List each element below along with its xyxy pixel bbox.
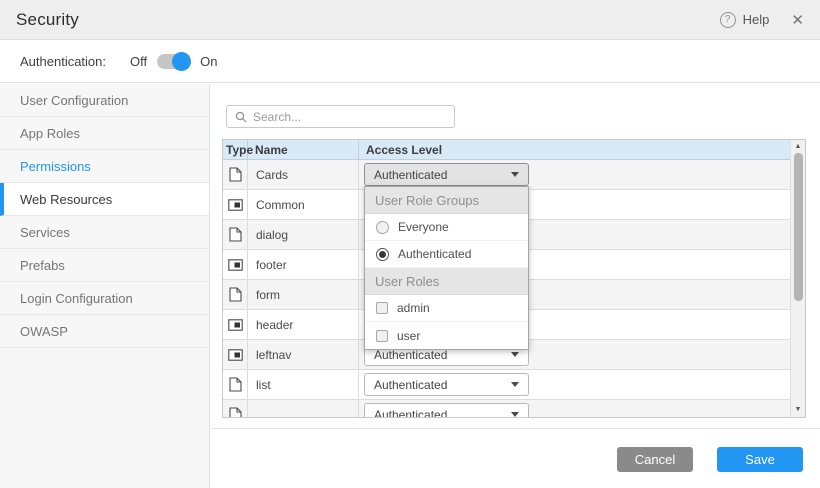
column-header-access-level: Access Level — [359, 140, 805, 159]
checkbox-unchecked-icon — [376, 330, 388, 342]
partial-icon — [228, 349, 243, 361]
name-cell: Cards — [248, 160, 359, 189]
type-cell — [223, 340, 248, 369]
name-cell — [248, 400, 359, 418]
name-cell: header — [248, 310, 359, 339]
option-label: Authenticated — [398, 247, 471, 261]
main-content: Type Name Access Level Cards — [211, 84, 820, 488]
sidebar-item-user-configuration[interactable]: User Configuration — [0, 84, 209, 117]
toggle-on-label: On — [200, 54, 217, 69]
close-icon[interactable]: ✕ — [791, 11, 804, 29]
table-scrollbar[interactable]: ▲ ▼ — [790, 140, 805, 417]
search-icon — [235, 111, 247, 123]
sidebar-item-prefabs[interactable]: Prefabs — [0, 249, 209, 282]
sidebar-item-permissions[interactable]: Permissions — [0, 150, 209, 183]
sidebar-item-owasp[interactable]: OWASP — [0, 315, 209, 348]
name-cell: Common — [248, 190, 359, 219]
access-cell: Authenticated — [359, 400, 805, 418]
type-cell — [223, 370, 248, 399]
menu-group-header-user-roles: User Roles — [365, 268, 528, 295]
chevron-down-icon — [511, 172, 519, 177]
table-header-row: Type Name Access Level — [223, 140, 805, 160]
sidebar: User Configuration App Roles Permissions… — [0, 84, 210, 488]
page-icon — [229, 407, 242, 418]
authentication-bar: Authentication: Off On — [0, 41, 820, 83]
name-cell: leftnav — [248, 340, 359, 369]
sidebar-item-login-configuration[interactable]: Login Configuration — [0, 282, 209, 315]
header-actions: ? Help ✕ — [720, 11, 804, 29]
scrollbar-thumb[interactable] — [794, 153, 803, 301]
toggle-knob — [172, 52, 191, 71]
option-label: admin — [397, 301, 430, 315]
access-level-dropdown[interactable]: Authenticated — [364, 403, 529, 418]
name-cell: dialog — [248, 220, 359, 249]
access-level-dropdown[interactable]: Authenticated — [364, 373, 529, 396]
sidebar-item-services[interactable]: Services — [0, 216, 209, 249]
checkbox-unchecked-icon — [376, 302, 388, 314]
access-cell: Authenticated — [359, 370, 805, 399]
sidebar-item-app-roles[interactable]: App Roles — [0, 117, 209, 150]
type-cell — [223, 160, 248, 189]
cancel-button[interactable]: Cancel — [617, 447, 693, 472]
dropdown-value: Authenticated — [374, 378, 447, 392]
menu-option-everyone[interactable]: Everyone — [365, 214, 528, 241]
menu-option-user[interactable]: user — [365, 322, 528, 349]
column-header-name: Name — [248, 140, 359, 159]
menu-option-authenticated[interactable]: Authenticated — [365, 241, 528, 268]
toggle-off-label: Off — [130, 54, 147, 69]
web-resources-table: Type Name Access Level Cards — [222, 139, 806, 418]
radio-unselected-icon — [376, 221, 389, 234]
help-icon[interactable]: ? — [720, 12, 736, 28]
menu-option-admin[interactable]: admin — [365, 295, 528, 322]
partial-icon — [228, 319, 243, 331]
access-level-dropdown[interactable]: Authenticated — [364, 163, 529, 186]
footer-divider — [211, 428, 820, 429]
menu-group-header-user-role-groups: User Role Groups — [365, 187, 528, 214]
type-cell — [223, 250, 248, 279]
option-label: Everyone — [398, 220, 449, 234]
name-cell: list — [248, 370, 359, 399]
sidebar-item-web-resources[interactable]: Web Resources — [0, 183, 209, 216]
dropdown-value: Authenticated — [374, 408, 447, 419]
page-icon — [229, 287, 242, 302]
page-icon — [229, 377, 242, 392]
type-cell — [223, 220, 248, 249]
security-window: Security ? Help ✕ Authentication: Off On… — [0, 0, 820, 488]
access-cell: Authenticated — [359, 160, 805, 189]
type-cell — [223, 400, 248, 418]
name-cell: form — [248, 280, 359, 309]
page-title: Security — [16, 10, 79, 30]
chevron-down-icon — [511, 352, 519, 357]
page-icon — [229, 227, 242, 242]
dropdown-value: Authenticated — [374, 168, 447, 182]
type-cell — [223, 280, 248, 309]
page-icon — [229, 167, 242, 182]
search-box[interactable] — [226, 105, 455, 128]
partial-icon — [228, 259, 243, 271]
search-input[interactable] — [253, 110, 446, 124]
help-link[interactable]: Help — [743, 12, 770, 27]
authentication-toggle[interactable] — [157, 54, 190, 69]
scroll-up-icon[interactable]: ▲ — [791, 141, 805, 153]
chevron-down-icon — [511, 412, 519, 417]
type-cell — [223, 190, 248, 219]
option-label: user — [397, 329, 420, 343]
column-header-type: Type — [223, 140, 248, 159]
radio-selected-icon — [376, 248, 389, 261]
name-cell: footer — [248, 250, 359, 279]
scroll-down-icon[interactable]: ▼ — [791, 404, 805, 416]
partial-icon — [228, 199, 243, 211]
authentication-label: Authentication: — [20, 54, 106, 69]
window-header: Security ? Help ✕ — [0, 0, 820, 40]
table-row: Authenticated — [223, 400, 805, 418]
table-row: list Authenticated — [223, 370, 805, 400]
access-level-menu: User Role Groups Everyone Authenticated … — [364, 186, 529, 350]
chevron-down-icon — [511, 382, 519, 387]
type-cell — [223, 310, 248, 339]
save-button[interactable]: Save — [717, 447, 803, 472]
